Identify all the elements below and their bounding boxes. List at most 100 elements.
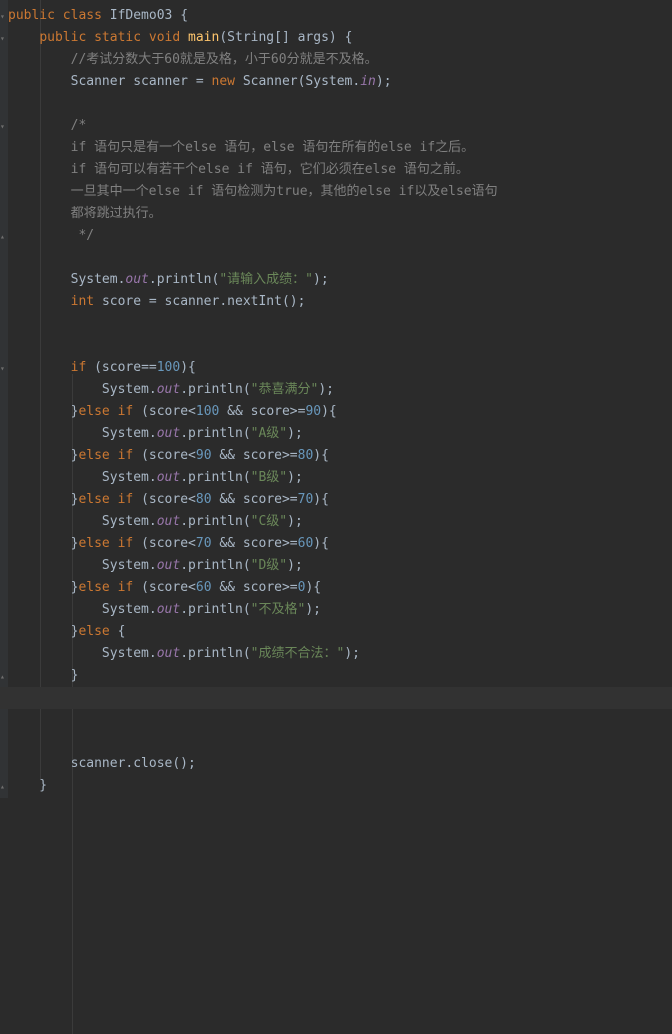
code-token: ); <box>344 646 360 661</box>
code-token: ); <box>318 382 334 397</box>
code-token: if 语句只是有一个else 语句，else 语句在所有的else if之后。 <box>70 140 475 155</box>
code-token: public static void <box>39 30 189 45</box>
code-line[interactable]: if 语句只是有一个else 语句，else 语句在所有的else if之后。 <box>8 137 475 159</box>
code-token: System. <box>8 602 157 617</box>
code-token: "成绩不合法：" <box>250 646 345 661</box>
fold-marker-icon[interactable]: ▾ <box>0 12 6 21</box>
code-token: ){ <box>321 404 337 419</box>
fold-marker-icon[interactable]: ▴ <box>0 672 6 681</box>
code-line[interactable]: scanner.close(); <box>8 753 196 775</box>
code-editor[interactable]: ▾ ▾ ▾ ▴ ▾ ▴ ▴ public class IfDemo03 { pu… <box>0 0 672 1034</box>
code-token: System. <box>8 646 157 661</box>
code-token: public class <box>8 8 110 23</box>
code-token: } <box>8 536 79 551</box>
code-token: 60 <box>297 536 314 551</box>
code-line[interactable]: } <box>8 665 79 687</box>
code-line[interactable]: //考试分数大于60就是及格，小于60分就是不及格。 <box>8 49 378 71</box>
code-token: ){ <box>313 492 329 507</box>
code-token: out <box>125 272 149 287</box>
code-token: (String[] args) { <box>219 30 353 45</box>
code-line[interactable]: System.out.println("D级"); <box>8 555 303 577</box>
fold-marker-icon[interactable]: ▾ <box>0 34 6 43</box>
code-token: { <box>117 624 126 639</box>
code-token: out <box>156 558 181 573</box>
code-token: .println( <box>180 426 251 441</box>
code-token: 70 <box>297 492 314 507</box>
code-token: .println( <box>180 558 251 573</box>
code-token: score = scanner.nextInt(); <box>101 294 306 309</box>
code-token: /* <box>70 118 87 133</box>
fold-marker-icon[interactable]: ▴ <box>0 232 6 241</box>
code-line[interactable]: System.out.println("B级"); <box>8 467 303 489</box>
code-line[interactable]: } <box>8 775 47 797</box>
code-line[interactable]: }else if (score<80 && score>=70){ <box>8 489 329 511</box>
code-token: out <box>156 602 181 617</box>
code-line[interactable]: System.out.println("成绩不合法："); <box>8 643 360 665</box>
code-token: "A级" <box>250 426 288 441</box>
code-token: System. <box>8 514 157 529</box>
code-line[interactable]: }else if (score<90 && score>=80){ <box>8 445 329 467</box>
code-line[interactable]: 都将跳过执行。 <box>8 203 162 225</box>
code-line[interactable]: if 语句可以有若干个else if 语句，它们必须在else 语句之前。 <box>8 159 469 181</box>
code-line[interactable]: }else if (score<70 && score>=60){ <box>8 533 329 555</box>
code-token: .println( <box>180 470 251 485</box>
code-line[interactable]: public class IfDemo03 { <box>8 5 188 27</box>
code-token: && score>= <box>219 404 306 419</box>
code-token: && score>= <box>211 492 298 507</box>
code-token: } <box>8 778 48 793</box>
code-token: if 语句可以有若干个else if 语句，它们必须在else 语句之前。 <box>70 162 469 177</box>
code-token: "B级" <box>250 470 288 485</box>
code-token: //考试分数大于60就是及格，小于60分就是不及格。 <box>70 52 378 67</box>
code-token: (score< <box>141 448 196 463</box>
code-token: 70 <box>195 536 212 551</box>
code-token: ){ <box>313 448 329 463</box>
code-line[interactable]: }else if (score<100 && score>=90){ <box>8 401 337 423</box>
code-token: else if <box>78 492 142 507</box>
code-token: main <box>188 30 220 45</box>
code-token: "C级" <box>250 514 288 529</box>
code-token: else if <box>78 536 142 551</box>
code-token: ); <box>305 602 321 617</box>
code-token: ){ <box>180 360 196 375</box>
code-line[interactable]: if (score==100){ <box>8 357 196 379</box>
code-token: System. <box>8 470 157 485</box>
code-token: ); <box>287 470 303 485</box>
code-token: else if <box>78 404 142 419</box>
code-token: ); <box>375 74 392 89</box>
code-line[interactable]: */ <box>8 225 94 247</box>
code-token: && score>= <box>211 448 298 463</box>
code-token: else <box>78 624 118 639</box>
code-line[interactable]: 一旦其中一个else if 语句检测为true，其他的else if以及else… <box>8 181 498 203</box>
code-line[interactable]: Scanner scanner = new Scanner(System.in)… <box>8 71 392 93</box>
code-token: (score< <box>141 492 196 507</box>
code-line[interactable]: }else { <box>8 621 126 643</box>
fold-marker-icon[interactable]: ▴ <box>0 782 6 791</box>
code-token: 80 <box>297 448 314 463</box>
code-token: IfDemo03 { <box>109 8 189 23</box>
code-line[interactable]: }else if (score<60 && score>=0){ <box>8 577 322 599</box>
code-line[interactable]: System.out.println("A级"); <box>8 423 303 445</box>
code-token: System. <box>8 426 157 441</box>
code-token: .println( <box>180 602 251 617</box>
code-token: in <box>360 74 376 89</box>
code-token: scanner.close(); <box>8 756 196 771</box>
code-line[interactable]: /* <box>8 115 87 137</box>
code-token: ){ <box>305 580 322 595</box>
code-token: out <box>156 426 181 441</box>
code-line[interactable]: int score = scanner.nextInt(); <box>8 291 306 313</box>
fold-marker-icon[interactable]: ▾ <box>0 122 6 131</box>
code-line[interactable]: System.out.println("C级"); <box>8 511 303 533</box>
code-line[interactable]: System.out.println("恭喜满分"); <box>8 379 334 401</box>
code-line[interactable]: public static void main(String[] args) { <box>8 27 352 49</box>
code-line[interactable]: System.out.println("请输入成绩："); <box>8 269 329 291</box>
fold-marker-icon[interactable]: ▾ <box>0 364 6 373</box>
code-line[interactable]: System.out.println("不及格"); <box>8 599 321 621</box>
code-token: .println( <box>180 646 251 661</box>
code-token: } <box>8 624 79 639</box>
